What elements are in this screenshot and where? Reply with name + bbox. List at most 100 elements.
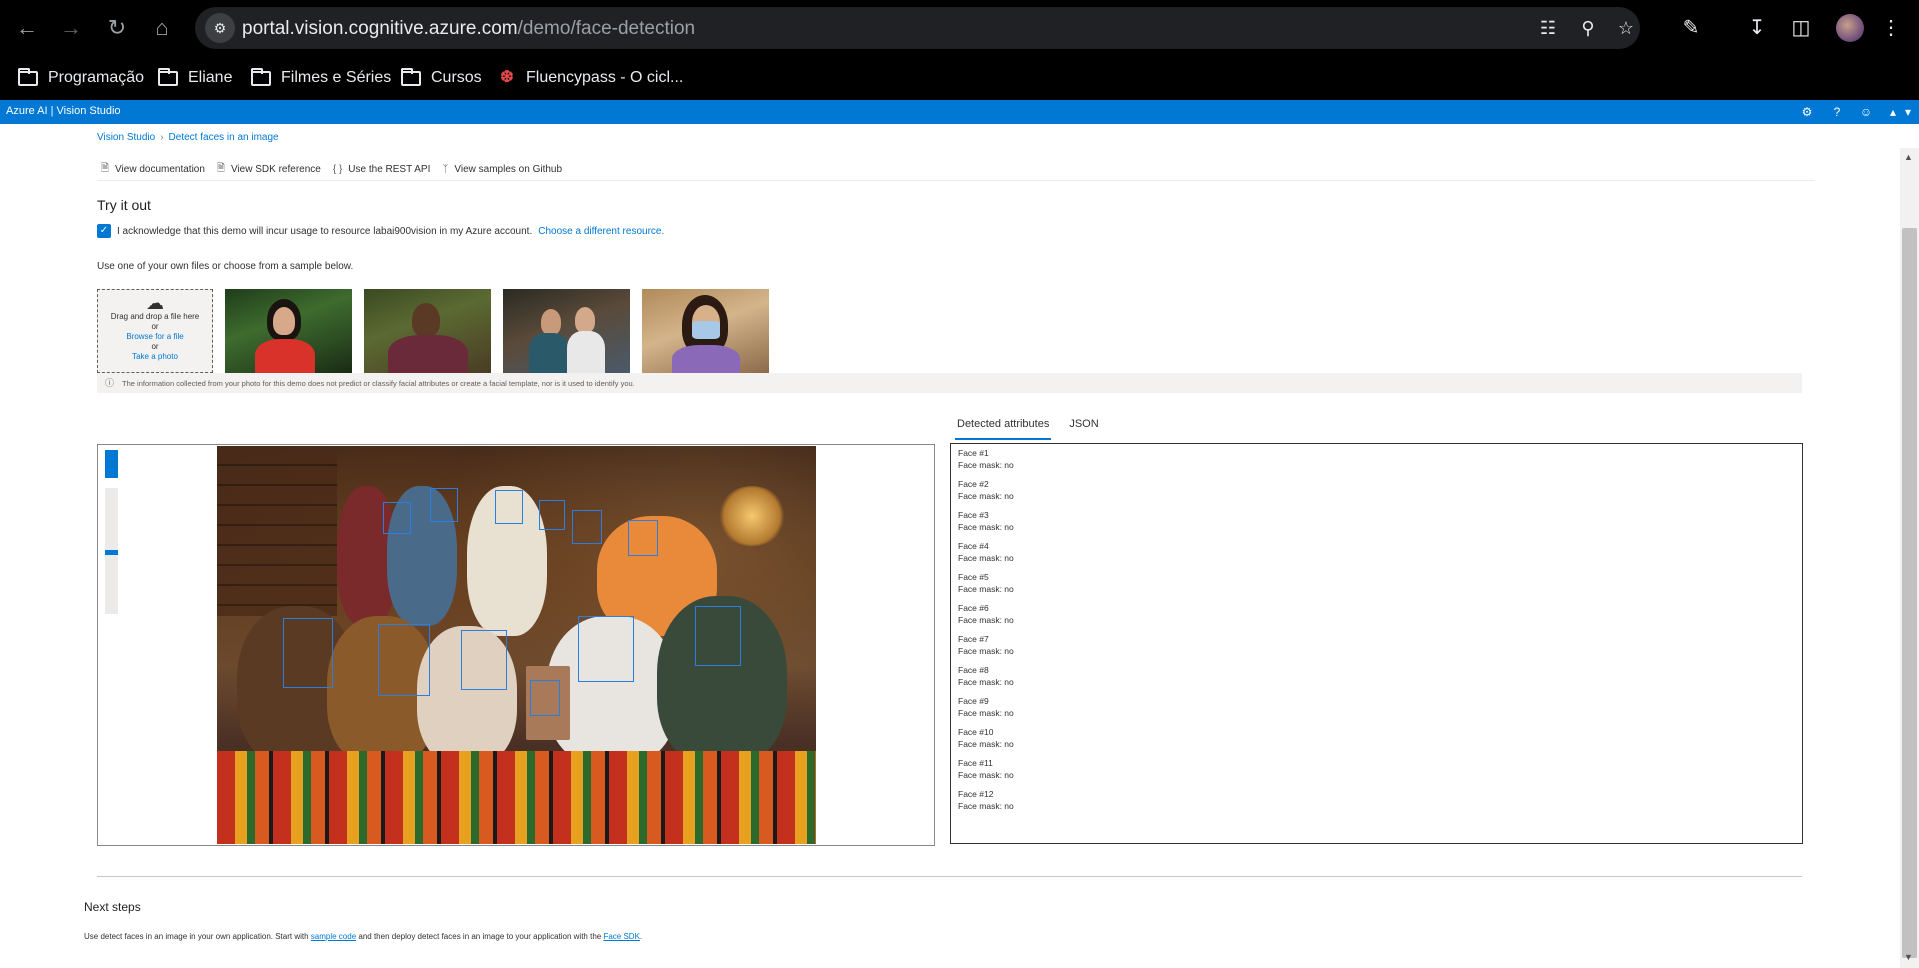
url-text[interactable]: portal.vision.cognitive.azure.com/demo/f… — [242, 18, 695, 40]
breadcrumb-current[interactable]: Detect faces in an image — [169, 132, 279, 143]
bookmark-label: Filmes e Séries — [281, 69, 392, 86]
menu-dots-icon[interactable]: ⋮ — [1876, 13, 1906, 43]
face-sdk-link[interactable]: Face SDK — [603, 932, 639, 941]
bookmark-eliane[interactable]: Eliane — [158, 65, 232, 91]
sample-image-4[interactable] — [642, 289, 769, 373]
choose-resource-link[interactable]: Choose a different resource. — [538, 226, 664, 237]
face-attribute-item: Face #6 Face mask: no — [958, 602, 1795, 633]
address-bar[interactable]: ⚙ portal.vision.cognitive.azure.com/demo… — [195, 7, 1640, 49]
bookshelf-shape — [217, 446, 337, 616]
face-box-11[interactable] — [578, 616, 634, 682]
scroll-down-icon[interactable]: ▼ — [1904, 952, 1913, 962]
reload-icon[interactable]: ↻ — [102, 13, 132, 43]
zoom-slider-thumb[interactable] — [105, 550, 118, 555]
folder-icon — [401, 67, 421, 86]
bookmark-programacao[interactable]: Programação — [18, 65, 144, 91]
site-info-icon[interactable]: ⚙ — [205, 13, 235, 43]
help-icon[interactable]: ? — [1828, 103, 1846, 121]
tab-json[interactable]: JSON — [1067, 414, 1100, 440]
face-box-8[interactable] — [378, 624, 430, 696]
acknowledge-checkbox[interactable]: ✓ — [97, 224, 111, 238]
info-icon: ⓘ — [105, 378, 115, 388]
url-domain: portal.vision.cognitive.azure.com — [242, 18, 518, 39]
bookmark-cursos[interactable]: Cursos — [401, 65, 482, 91]
drag-drop-text: Drag and drop a file here — [110, 312, 200, 321]
take-photo-link[interactable]: Take a photo — [98, 352, 212, 362]
face-attribute-item: Face #1 Face mask: no — [958, 447, 1795, 478]
chevron-down-icon[interactable]: ▾ — [1899, 103, 1917, 121]
face-mask-shape — [692, 321, 720, 339]
acknowledge-row: ✓ I acknowledge that this demo will incu… — [97, 224, 664, 238]
settings-icon[interactable]: ⚙ — [1798, 103, 1816, 121]
face-label: Face #4 — [958, 541, 989, 551]
face-box-2[interactable] — [430, 488, 458, 522]
view-documentation-link[interactable]: 🗎 View documentation — [101, 161, 205, 178]
braces-icon: { } — [332, 164, 343, 175]
red-dress-shape — [255, 339, 315, 373]
face-attribute-item: Face #7 Face mask: no — [958, 633, 1795, 664]
scrollbar-thumb[interactable] — [1902, 228, 1917, 958]
url-path: /demo/face-detection — [517, 18, 696, 39]
face-box-7[interactable] — [283, 618, 333, 688]
face-mask-value: Face mask: no — [958, 522, 1014, 532]
extensions-icon[interactable]: ✎ — [1676, 13, 1706, 43]
tab-detected-attributes[interactable]: Detected attributes — [955, 414, 1052, 440]
folder-icon — [18, 67, 38, 86]
browse-file-link[interactable]: Browse for a file — [98, 332, 212, 342]
back-icon[interactable]: ← — [12, 13, 42, 43]
next-steps-text: Use detect faces in an image in your own… — [84, 932, 642, 941]
face-box-9[interactable] — [461, 630, 507, 690]
face-label: Face #3 — [958, 510, 989, 520]
face-box-6[interactable] — [628, 520, 658, 556]
face-attribute-item: Face #8 Face mask: no — [958, 664, 1795, 695]
profile-avatar[interactable] — [1836, 14, 1864, 42]
brand-title[interactable]: Azure AI | Vision Studio — [6, 105, 121, 117]
side-panel-icon[interactable]: ◫ — [1786, 13, 1816, 43]
upload-dropzone[interactable]: ☁ Drag and drop a file here or Browse fo… — [97, 289, 213, 373]
home-icon[interactable]: ⌂ — [147, 13, 177, 43]
face-attribute-item: Face #12 Face mask: no — [958, 788, 1795, 819]
link-label: View documentation — [115, 164, 205, 175]
page-scrollbar[interactable]: ▲ ▼ — [1900, 148, 1919, 968]
sample-image-2[interactable] — [364, 289, 491, 373]
view-samples-github-link[interactable]: ᛉ View samples on Github — [442, 161, 562, 178]
face-box-12[interactable] — [695, 606, 741, 666]
face-box-10[interactable] — [530, 680, 560, 716]
sample-image-3[interactable] — [503, 289, 630, 373]
acknowledge-text: I acknowledge that this demo will incur … — [117, 225, 533, 237]
sample-image-1[interactable] — [225, 289, 352, 373]
zoom-in-button[interactable] — [105, 450, 118, 478]
azure-header: Azure AI | Vision Studio ⚙ ? ☺ ▴ ▾ — [0, 100, 1919, 124]
shirt-shape — [529, 333, 569, 373]
cloud-upload-icon: ☁ — [146, 293, 164, 313]
zoom-control — [105, 450, 119, 614]
translate-icon[interactable]: ☷ — [1535, 15, 1561, 41]
face-shape — [273, 307, 295, 335]
detected-attributes-panel: Face #1 Face mask: no Face #2 Face mask: n… — [950, 443, 1803, 844]
face-box-4[interactable] — [539, 500, 565, 530]
results-tabs: Detected attributes JSON — [955, 414, 1101, 440]
privacy-text: The information collected from your phot… — [122, 379, 635, 388]
view-sdk-reference-link[interactable]: 🗎 View SDK reference — [217, 161, 321, 178]
download-icon[interactable]: ↧ — [1742, 13, 1772, 43]
face-box-1[interactable] — [383, 502, 411, 534]
bookmark-fluencypass[interactable]: ❆ Fluencypass - O cicl... — [498, 65, 683, 91]
use-rest-api-link[interactable]: { } Use the REST API — [333, 161, 431, 178]
bookmark-star-icon[interactable]: ☆ — [1613, 15, 1639, 41]
face-box-3[interactable] — [495, 490, 523, 524]
bookmark-label: Programação — [48, 69, 145, 86]
sample-code-link[interactable]: sample code — [311, 932, 356, 941]
or-text: or — [151, 342, 159, 351]
breadcrumb-root[interactable]: Vision Studio — [97, 132, 155, 143]
face-box-5[interactable] — [572, 510, 602, 544]
zoom-icon[interactable]: ⚲ — [1575, 15, 1601, 41]
scroll-up-icon[interactable]: ▲ — [1904, 152, 1913, 162]
bookmark-filmes[interactable]: Filmes e Séries — [251, 65, 391, 91]
next-steps-title: Next steps — [84, 900, 141, 914]
divider — [97, 876, 1802, 877]
feedback-icon[interactable]: ☺ — [1857, 103, 1875, 121]
forward-icon[interactable]: → — [56, 13, 86, 43]
face-mask-value: Face mask: no — [958, 460, 1014, 470]
face-label: Face #2 — [958, 479, 989, 489]
breadcrumb: Vision Studio › Detect faces in an image — [97, 132, 279, 143]
